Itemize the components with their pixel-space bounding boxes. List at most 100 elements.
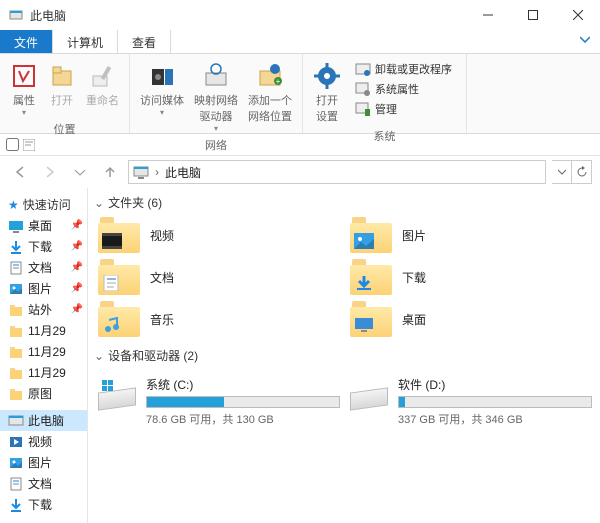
properties-button[interactable]: 属性 ▾ [6,58,42,119]
folder-icon [350,217,392,253]
manage-button[interactable]: 管理 [351,100,456,118]
tab-file[interactable]: 文件 [0,30,53,53]
sort-menu-icon[interactable] [23,139,35,151]
tree-item[interactable]: 桌面📌 [0,215,87,236]
tree-item[interactable]: 11月29 [0,362,87,383]
folder-icon [8,344,24,360]
address-bar[interactable]: › 此电脑 [128,160,546,184]
folder-icon [8,386,24,402]
tree-item[interactable]: 11月29 [0,320,87,341]
nav-up-button[interactable] [98,160,122,184]
pin-icon: 📌 [71,304,83,315]
folder-label: 下载 [402,269,426,286]
tree-item[interactable]: 下载📌 [0,236,87,257]
ribbon-toggle-button[interactable] [570,30,600,53]
nav-forward-button[interactable] [38,160,62,184]
folder-item[interactable]: 音乐 [98,301,340,337]
group-header-drives[interactable]: ⌄ 设备和驱动器 (2) [90,341,600,370]
folder-label: 桌面 [402,311,426,328]
folder-label: 图片 [402,227,426,244]
tree-item[interactable]: 图片 [0,452,87,473]
ribbon-group-label: 系统 [309,126,460,144]
address-path: 此电脑 [165,164,201,181]
pin-icon: 📌 [71,283,83,294]
refresh-button[interactable] [572,160,592,184]
chevron-down-icon: ⌄ [94,349,104,363]
navigation-bar: › 此电脑 [0,156,600,188]
ribbon: 属性 ▾ 打开 重命名 位置 访问媒体 ▾ 映射网络 驱动器 [0,54,600,134]
add-network-location-button[interactable]: + 添加一个 网络位置 [244,58,296,126]
folder-icon [8,476,24,492]
folder-item[interactable]: 下载 [350,259,592,295]
tree-item[interactable]: 文档📌 [0,257,87,278]
folder-icon [98,301,140,337]
chevron-down-icon: ⌄ [94,196,104,210]
folder-icon [8,239,24,255]
folder-icon [98,259,140,295]
folder-icon [8,455,24,471]
drive-icon [98,380,138,412]
folder-icon [8,260,24,276]
group-header-folders[interactable]: ⌄ 文件夹 (6) [90,188,600,217]
tree-quick-access[interactable]: ★ 快速访问 [0,194,87,215]
star-icon: ★ [8,198,19,212]
tree-item[interactable]: 站外📌 [0,299,87,320]
nav-recent-button[interactable] [68,160,92,184]
tree-item[interactable]: 下载 [0,494,87,515]
drive-name: 软件 (D:) [398,376,592,393]
close-button[interactable] [555,0,600,30]
folder-item[interactable]: 文档 [98,259,340,295]
tree-item[interactable]: 图片📌 [0,278,87,299]
maximize-button[interactable] [510,0,555,30]
nav-back-button[interactable] [8,160,32,184]
ribbon-group-location: 属性 ▾ 打开 重命名 位置 [0,54,130,133]
open-settings-button[interactable]: 打开 设置 [309,58,345,126]
open-button[interactable]: 打开 [44,58,80,110]
folder-icon [8,434,24,450]
ribbon-group-label: 位置 [6,119,123,137]
folder-item[interactable]: 图片 [350,217,592,253]
minimize-button[interactable] [465,0,510,30]
ribbon-tabs: 文件 计算机 查看 [0,30,600,54]
uninstall-programs-button[interactable]: 卸载或更改程序 [351,60,456,78]
tree-item[interactable]: 原图 [0,383,87,404]
tab-computer[interactable]: 计算机 [53,30,118,53]
drive-item[interactable]: 软件 (D:) 337 GB 可用，共 346 GB [350,376,592,427]
quick-access-bar [0,134,600,156]
folder-icon [8,218,24,234]
drive-name: 系统 (C:) [146,376,340,393]
drive-usage-bar [398,396,592,408]
app-icon [8,7,24,23]
title-bar: 此电脑 [0,0,600,30]
this-pc-icon [133,164,149,180]
address-dropdown-button[interactable] [552,160,572,184]
drive-icon [350,380,390,412]
folder-item[interactable]: 桌面 [350,301,592,337]
select-all-checkbox[interactable] [6,138,19,151]
ribbon-group-system: 打开 设置 卸载或更改程序 系统属性 管理 系统 [303,54,467,133]
access-media-button[interactable]: 访问媒体 ▾ [136,58,188,119]
folder-icon [350,259,392,295]
pin-icon: 📌 [71,262,83,273]
tree-this-pc[interactable]: 此电脑 [0,410,87,431]
drive-usage-text: 337 GB 可用，共 346 GB [398,411,592,427]
this-pc-icon [8,413,24,429]
rename-button[interactable]: 重命名 [82,58,123,110]
folder-item[interactable]: 视频 [98,217,340,253]
drive-item[interactable]: 系统 (C:)78.6 GB 可用，共 130 GB [98,376,340,427]
navigation-tree: ★ 快速访问 桌面📌下载📌文档📌图片📌站外📌11月2911月2911月29原图 … [0,188,88,523]
folder-label: 文档 [150,269,174,286]
tab-view[interactable]: 查看 [118,30,171,53]
folder-icon [8,365,24,381]
folder-icon [8,497,24,513]
window-title: 此电脑 [30,7,66,24]
tree-item[interactable]: 视频 [0,431,87,452]
pin-icon: 📌 [71,241,83,252]
tree-item[interactable]: 文档 [0,473,87,494]
pin-icon: 📌 [71,220,83,231]
tree-item[interactable]: 11月29 [0,341,87,362]
system-properties-button[interactable]: 系统属性 [351,80,456,98]
folder-icon [98,217,140,253]
drive-usage-bar [146,396,340,408]
map-network-drive-button[interactable]: 映射网络 驱动器 ▾ [190,58,242,135]
